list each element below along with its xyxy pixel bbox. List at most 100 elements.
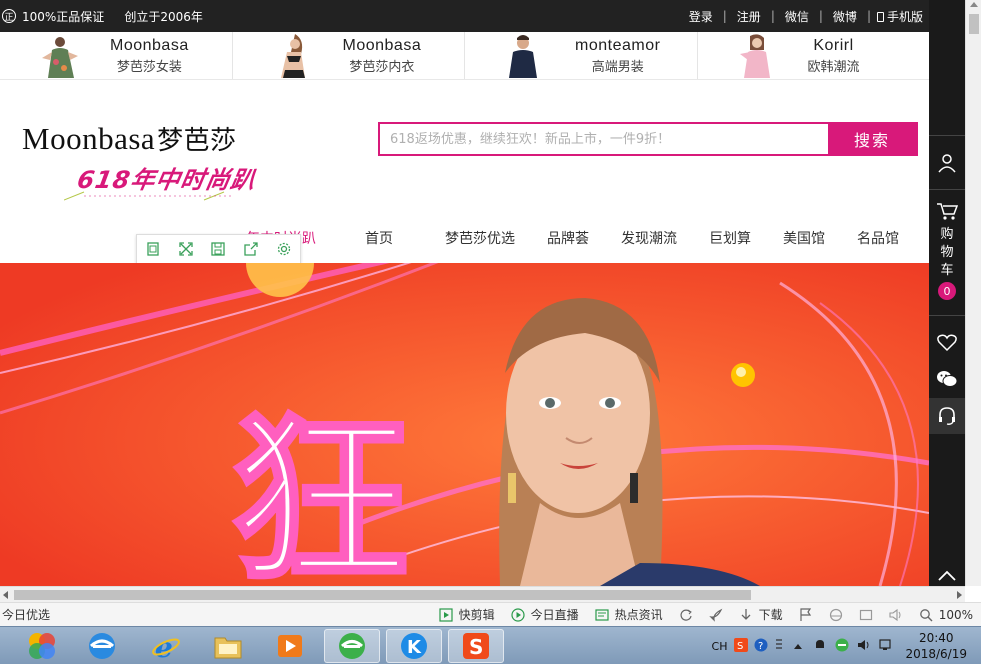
system-tray: CH S ? 20:40 2018/6/19 [708,627,981,664]
clock-time: 20:40 [918,631,954,645]
logo-chinese: 梦芭莎 [157,126,237,156]
logo-english: Moonbasa [22,121,156,156]
brand-name: monteamor [575,36,661,54]
wechat-icon[interactable] [929,366,965,392]
top-bar-left: 正 100%正品保证 创立于2006年 [0,8,203,25]
open-icon[interactable] [145,241,161,257]
quick-edit-icon [439,607,453,622]
quick-edit-button[interactable]: 快剪辑 [431,606,503,623]
speaker-icon[interactable] [853,638,875,655]
headset-icon[interactable] [929,398,965,434]
brand-moonbasa-lingerie[interactable]: Moonbasa 梦芭莎内衣 [233,32,465,79]
brand-name: Moonbasa [110,36,189,54]
mobile-link[interactable]: 手机版 [871,8,923,25]
horizontal-scroll-thumb[interactable] [14,590,751,600]
taskbar-browser-active-icon[interactable] [324,629,380,663]
wechat-link[interactable]: 微信 [775,8,819,25]
svg-text:?: ? [758,641,763,652]
browser-engine-icon[interactable] [821,608,851,622]
model-thumbnail [509,34,537,78]
network-icon[interactable] [875,638,897,655]
media-player-icon[interactable] [262,629,318,663]
settings-gear-icon[interactable] [276,241,292,257]
help-icon[interactable]: ? [751,638,771,655]
scroll-up-arrow-icon[interactable] [970,2,978,7]
phone-icon [876,12,884,22]
rocket-icon[interactable] [701,608,731,622]
expand-icon[interactable] [178,241,194,257]
login-link[interactable]: 登录 [679,8,723,25]
today-picks-link[interactable]: 今日优选 [0,606,50,623]
play-icon [511,607,525,622]
clock-date: 2018/6/19 [905,647,967,661]
nav-item-luxury[interactable]: 名品馆 [857,228,899,248]
hero-banner-artwork: 狂 [0,263,929,586]
slogan-decoration [64,191,234,201]
hero-banner[interactable]: 狂 [0,263,929,586]
scroll-left-arrow-icon[interactable] [3,591,8,599]
brand-monteamor[interactable]: monteamor 高端男装 [465,32,698,79]
right-sidebar: 购 物 车 0 [929,0,965,586]
sogou-input-icon[interactable]: S [448,629,504,663]
divider [929,315,965,316]
flag-icon[interactable] [791,607,821,622]
save-icon[interactable] [210,241,226,257]
browser-360-icon[interactable] [74,629,130,663]
model-thumbnail [42,36,78,78]
notification-bell-icon[interactable] [809,638,831,655]
scroll-right-arrow-icon[interactable] [957,591,962,599]
window-icon[interactable] [851,608,881,622]
site-logo[interactable]: Moonbasa梦芭莎 [22,120,237,157]
system-clock[interactable]: 20:40 2018/6/19 [897,630,981,662]
kugou-icon[interactable]: K [386,629,442,663]
show-hidden-icons-icon[interactable] [787,640,809,653]
vertical-scroll-thumb[interactable] [969,14,979,34]
magnifier-icon [919,608,933,622]
nav-item-trends[interactable]: 发现潮流 [621,228,677,248]
brand-moonbasa-women[interactable]: Moonbasa 梦芭莎女装 [0,32,233,79]
search-button[interactable]: 搜索 [828,124,916,154]
vertical-scrollbar[interactable] [965,0,981,586]
sidebar-cart[interactable]: 购 物 车 0 [929,196,965,306]
model-thumbnail [739,33,770,78]
horizontal-scrollbar[interactable] [0,586,965,602]
share-icon[interactable] [243,241,259,257]
brand-name: Moonbasa [342,36,422,54]
search-input[interactable] [380,124,828,154]
cart-count-badge: 0 [938,282,956,300]
nav-item-home[interactable]: 首页 [365,228,393,248]
download-button[interactable]: 下载 [731,606,791,623]
top-bar: 正 100%正品保证 创立于2006年 登录 | 注册 | 微信 | 微博 | … [0,0,929,32]
register-link[interactable]: 注册 [727,8,771,25]
download-icon [739,608,753,622]
green-app-tray-icon[interactable] [831,638,853,655]
heart-icon[interactable] [929,331,965,355]
nav-item-usa[interactable]: 美国馆 [783,228,825,248]
quick-edit-label: 快剪辑 [458,608,495,622]
news-icon [595,608,609,622]
sogou-tray-icon[interactable]: S [731,637,751,655]
nav-item-deals[interactable]: 巨划算 [709,228,751,248]
download-label: 下载 [758,608,783,622]
news-label: 热点资讯 [614,608,663,622]
cart-label-char: 物 [940,245,954,260]
volume-icon[interactable] [881,608,911,622]
back-to-top-icon[interactable] [929,566,965,586]
input-language[interactable]: CH [708,640,732,653]
weibo-link[interactable]: 微博 [823,8,867,25]
nav-item-selection[interactable]: 梦芭莎优选 [445,228,515,248]
nav-item-brands[interactable]: 品牌荟 [547,228,589,248]
internet-explorer-icon[interactable]: e [138,629,194,663]
guarantee-text: 100%正品保证 [22,9,105,24]
file-explorer-icon[interactable] [200,629,256,663]
zoom-control[interactable]: 100% [911,608,981,622]
tray-settings-icon[interactable] [771,638,787,655]
live-button[interactable]: 今日直播 [503,606,587,623]
news-button[interactable]: 热点资讯 [587,606,671,623]
user-icon[interactable] [929,150,965,176]
browser-status-bar: 今日优选 快剪辑 今日直播 热点资讯 下载 100% [0,602,981,626]
app-icon-colorful[interactable] [14,629,70,663]
refresh-icon[interactable] [671,608,701,622]
model-thumbnail [280,33,305,78]
brand-korirl[interactable]: Korirl 欧韩潮流 [698,32,930,79]
